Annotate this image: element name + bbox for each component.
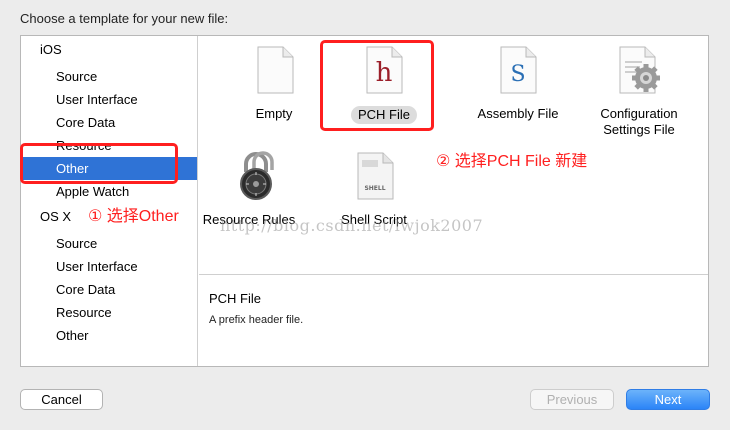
shell-glyph: SHELL	[364, 185, 385, 192]
template-configuration-settings[interactable]: Configuration Settings File	[564, 36, 714, 146]
sidebar-item-ios-core-data[interactable]: Core Data	[21, 111, 197, 134]
template-description-pane: PCH File A prefix header file.	[199, 274, 708, 366]
sidebar-item-ios-user-interface[interactable]: User Interface	[21, 88, 197, 111]
description-text: A prefix header file.	[209, 314, 304, 326]
shell-script-icon: SHELL	[356, 152, 394, 203]
highlight-box-pch-file	[320, 40, 434, 131]
annotation-step-1: ① 选择Other	[88, 208, 179, 225]
highlight-box-other	[20, 143, 178, 184]
padlock-icon	[232, 150, 284, 205]
watermark-text: http://blog.csdn.net/lwjok2007	[220, 216, 484, 235]
template-configuration-settings-label: Configuration Settings File	[600, 106, 678, 137]
gear-document-icon	[618, 46, 662, 97]
description-title: PCH File	[209, 291, 262, 306]
cancel-button[interactable]: Cancel	[20, 389, 103, 410]
sidebar-item-osx-other[interactable]: Other	[21, 324, 197, 347]
template-shell-script[interactable]: SHELL Shell Script	[299, 144, 449, 254]
sidebar-item-osx-source[interactable]: Source	[21, 232, 197, 255]
previous-button[interactable]: Previous	[530, 389, 614, 410]
sidebar-item-osx-resource[interactable]: Resource	[21, 301, 197, 324]
sidebar-item-osx-user-interface[interactable]: User Interface	[21, 255, 197, 278]
sidebar-item-osx-core-data[interactable]: Core Data	[21, 278, 197, 301]
empty-document-icon	[256, 46, 294, 97]
sidebar-item-ios-source[interactable]: Source	[21, 65, 197, 88]
sidebar-header-ios: iOS	[40, 42, 62, 57]
assembly-glyph: S	[510, 62, 525, 87]
annotation-step-2: ② 选择PCH File 新建	[436, 153, 588, 170]
platform-sidebar: iOS Source User Interface Core Data Reso…	[21, 36, 198, 366]
template-prompt: Choose a template for your new file:	[20, 11, 229, 26]
next-button[interactable]: Next	[626, 389, 710, 410]
assembly-source-icon: S	[499, 46, 537, 97]
